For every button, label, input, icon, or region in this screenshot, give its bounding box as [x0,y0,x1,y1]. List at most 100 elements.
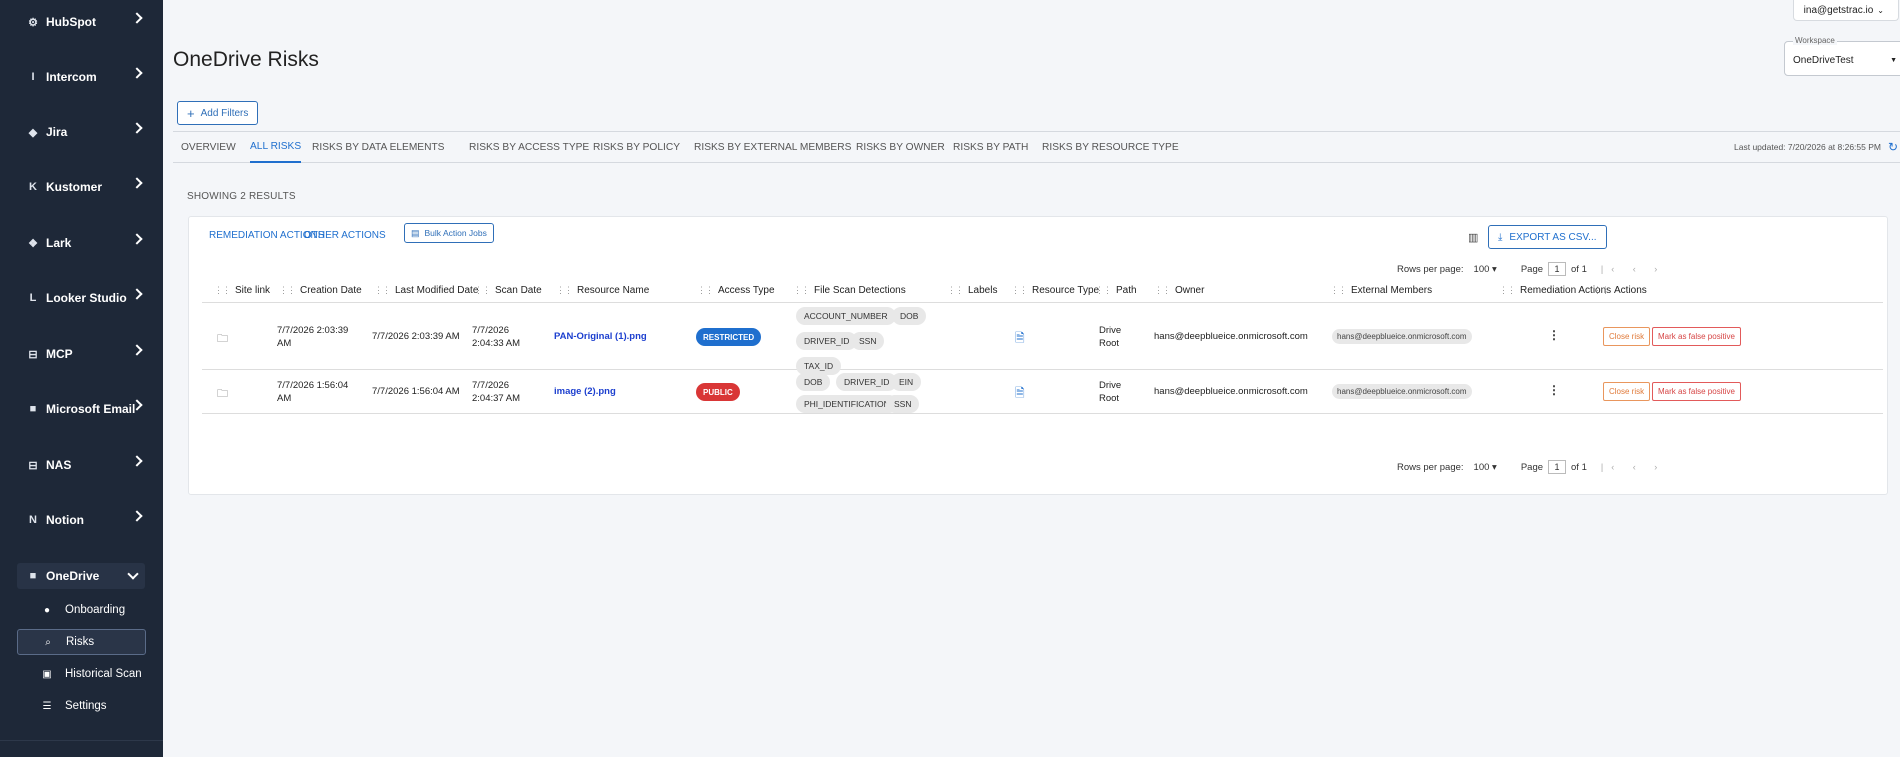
tab-risks-by-data-elements[interactable]: RISKS BY DATA ELEMENTS [312,132,444,163]
drag-handle-icon[interactable]: ⋮⋮ [474,285,491,295]
drag-handle-icon[interactable]: ⋮⋮ [279,285,296,295]
sidebar-item-onedrive[interactable]: ■ OneDrive [17,563,145,589]
caret-down-icon: ▼ [1890,57,1897,64]
refresh-icon[interactable]: ↻ [1888,140,1898,154]
chevron-down-icon: ⌄ [1877,5,1884,15]
column-header-creation-date[interactable]: ⋮⋮ Creation Date [279,285,362,296]
column-header-resource-type[interactable]: ⋮⋮ Resource Type [1011,285,1099,296]
drag-handle-icon[interactable]: ⋮⋮ [793,285,810,295]
column-header-scan-date[interactable]: ⋮⋮ Scan Date [474,285,542,296]
sidebar-item-label: MCP [46,347,73,361]
tab-risks-by-resource-type[interactable]: RISKS BY RESOURCE TYPE [1042,132,1179,163]
add-filters-button[interactable]: + Add Filters [177,101,259,125]
folder-icon[interactable]: 🗀 [217,330,228,349]
close-risk-button[interactable]: Close risk [1603,382,1651,401]
resource-name-link[interactable]: image (2).png [554,385,616,398]
column-header-labels[interactable]: ⋮⋮ Labels [947,285,997,296]
bulk-action-jobs-button[interactable]: ▤ Bulk Action Jobs [404,223,494,243]
user-menu[interactable]: ina@getstrac.io ⌄ [1792,0,1899,21]
column-header-actions[interactable]: ⋮⋮ Actions [1593,285,1647,296]
tab-risks-by-owner[interactable]: RISKS BY OWNER [856,132,945,163]
drag-handle-icon[interactable]: ⋮⋮ [1011,285,1028,295]
column-header-label: Scan Date [495,285,542,296]
chevron-right-icon [131,12,143,24]
column-header-access-type[interactable]: ⋮⋮ Access Type [697,285,775,296]
more-vert-icon[interactable]: ⋮ [1548,383,1560,397]
drag-handle-icon[interactable]: ⋮⋮ [1330,285,1347,295]
column-header-last-modified-date[interactable]: ⋮⋮ Last Modified Date [374,285,478,296]
mcp-icon: ⊟ [28,348,38,361]
resource-name-link[interactable]: PAN-Original (1).png [554,330,647,343]
sidebar-item-kustomer[interactable]: K Kustomer [0,167,163,207]
tab-overview[interactable]: OVERVIEW [181,132,236,163]
page-input[interactable]: 1 [1548,262,1567,276]
sidebar-item-intercom[interactable]: I Intercom [0,57,163,97]
detection-chip: PHI_IDENTIFICATION [796,395,898,413]
external-member-chip: hans@deepblueice.onmicrosoft.com [1332,384,1472,399]
column-header-owner[interactable]: ⋮⋮ Owner [1154,285,1204,296]
tab-risks-by-policy[interactable]: RISKS BY POLICY [593,132,680,163]
mark-false-positive-button[interactable]: Mark as false positive [1652,382,1741,401]
sidebar-item-nas[interactable]: ⊟ NAS [0,445,163,485]
column-header-site-link[interactable]: ⋮⋮ Site link [214,285,270,296]
drag-handle-icon[interactable]: ⋮⋮ [1095,285,1112,295]
column-header-path[interactable]: ⋮⋮ Path [1095,285,1137,296]
drag-handle-icon[interactable]: ⋮⋮ [1499,285,1516,295]
drag-handle-icon[interactable]: ⋮⋮ [374,285,391,295]
mark-false-positive-button[interactable]: Mark as false positive [1652,327,1741,346]
workspace-value: OneDriveTest [1793,55,1854,66]
detection-chip: EIN [891,373,922,391]
export-csv-button[interactable]: ⤓ EXPORT AS CSV... [1488,225,1607,249]
sidebar-item-looker-studio[interactable]: L Looker Studio [0,278,163,318]
rows-per-page-select[interactable]: 100 ▾ [1474,264,1497,275]
column-header-file-scan-detections[interactable]: ⋮⋮ File Scan Detections [793,285,906,296]
tab-risks-by-path[interactable]: RISKS BY PATH [953,132,1028,163]
other-actions-link[interactable]: OTHER ACTIONS [304,226,386,244]
rows-per-page-select[interactable]: 100 ▾ [1474,462,1497,473]
columns-icon[interactable]: ▥ [1468,231,1478,244]
page-nav-arrows[interactable]: |‹ ‹ › [1601,462,1665,472]
column-header-label: Actions [1614,285,1647,296]
rows-per-page-label: Rows per page: [1397,263,1464,275]
more-vert-icon[interactable]: ⋮ [1548,328,1560,342]
drag-handle-icon[interactable]: ⋮⋮ [1154,285,1171,295]
page-input[interactable]: 1 [1548,460,1567,474]
column-header-resource-name[interactable]: ⋮⋮ Resource Name [556,285,649,296]
owner: hans@deepblueice.onmicrosoft.com [1154,331,1308,342]
drag-handle-icon[interactable]: ⋮⋮ [697,285,714,295]
sidebar-item-microsoft-email[interactable]: ■ Microsoft Email [0,389,163,429]
column-header-external-members[interactable]: ⋮⋮ External Members [1330,285,1432,296]
column-header-label: Owner [1175,285,1205,296]
sidebar-item-jira[interactable]: ◆ Jira [0,112,163,152]
tab-all-risks[interactable]: ALL RISKS [250,132,302,163]
workspace-select[interactable]: Workspace OneDriveTest ▼ [1784,36,1900,76]
folder-icon[interactable]: 🗀 [217,385,228,404]
detection-chip: DRIVER_ID [796,332,858,350]
sidebar-subitem-label: Onboarding [65,604,126,616]
column-header-label: File Scan Detections [814,285,906,296]
path: Drive Root [1099,380,1122,404]
sidebar-item-notion[interactable]: N Notion [0,500,163,540]
drag-handle-icon[interactable]: ⋮⋮ [214,285,231,295]
page-of-label: of 1 [1571,263,1587,275]
sidebar-subitem-risks[interactable]: ⌕ Risks [17,629,146,655]
drag-handle-icon[interactable]: ⋮⋮ [947,285,964,295]
sidebar-subitem-settings[interactable]: ☰ Settings [17,693,146,719]
sidebar-item-lark[interactable]: ❖ Lark [0,223,163,263]
close-risk-button[interactable]: Close risk [1603,327,1651,346]
table-row: 🗀 7/7/2026 2:03:39 AM 7/7/2026 2:03:39 AM 7/… [202,304,1883,375]
onedrive-icon: ■ [29,570,37,582]
sidebar-item-mcp[interactable]: ⊟ MCP [0,334,163,374]
sidebar-subitem-historical-scan[interactable]: ▣ Historical Scan [17,661,146,687]
tab-risks-by-access-type[interactable]: RISKS BY ACCESS TYPE [469,132,589,163]
sidebar-item-hubspot[interactable]: ⚙ HubSpot [0,2,163,42]
column-header-label: External Members [1351,285,1433,296]
drag-handle-icon[interactable]: ⋮⋮ [556,285,573,295]
page-nav-arrows[interactable]: |‹ ‹ › [1601,264,1665,274]
sidebar-subitem-onboarding[interactable]: ● Onboarding [17,597,146,623]
page-label: Page [1520,461,1544,473]
person-icon: ● [43,604,51,616]
column-header-label: Labels [968,285,998,296]
tab-risks-by-external-members[interactable]: RISKS BY EXTERNAL MEMBERS [694,132,851,163]
drag-handle-icon[interactable]: ⋮⋮ [1593,285,1610,295]
